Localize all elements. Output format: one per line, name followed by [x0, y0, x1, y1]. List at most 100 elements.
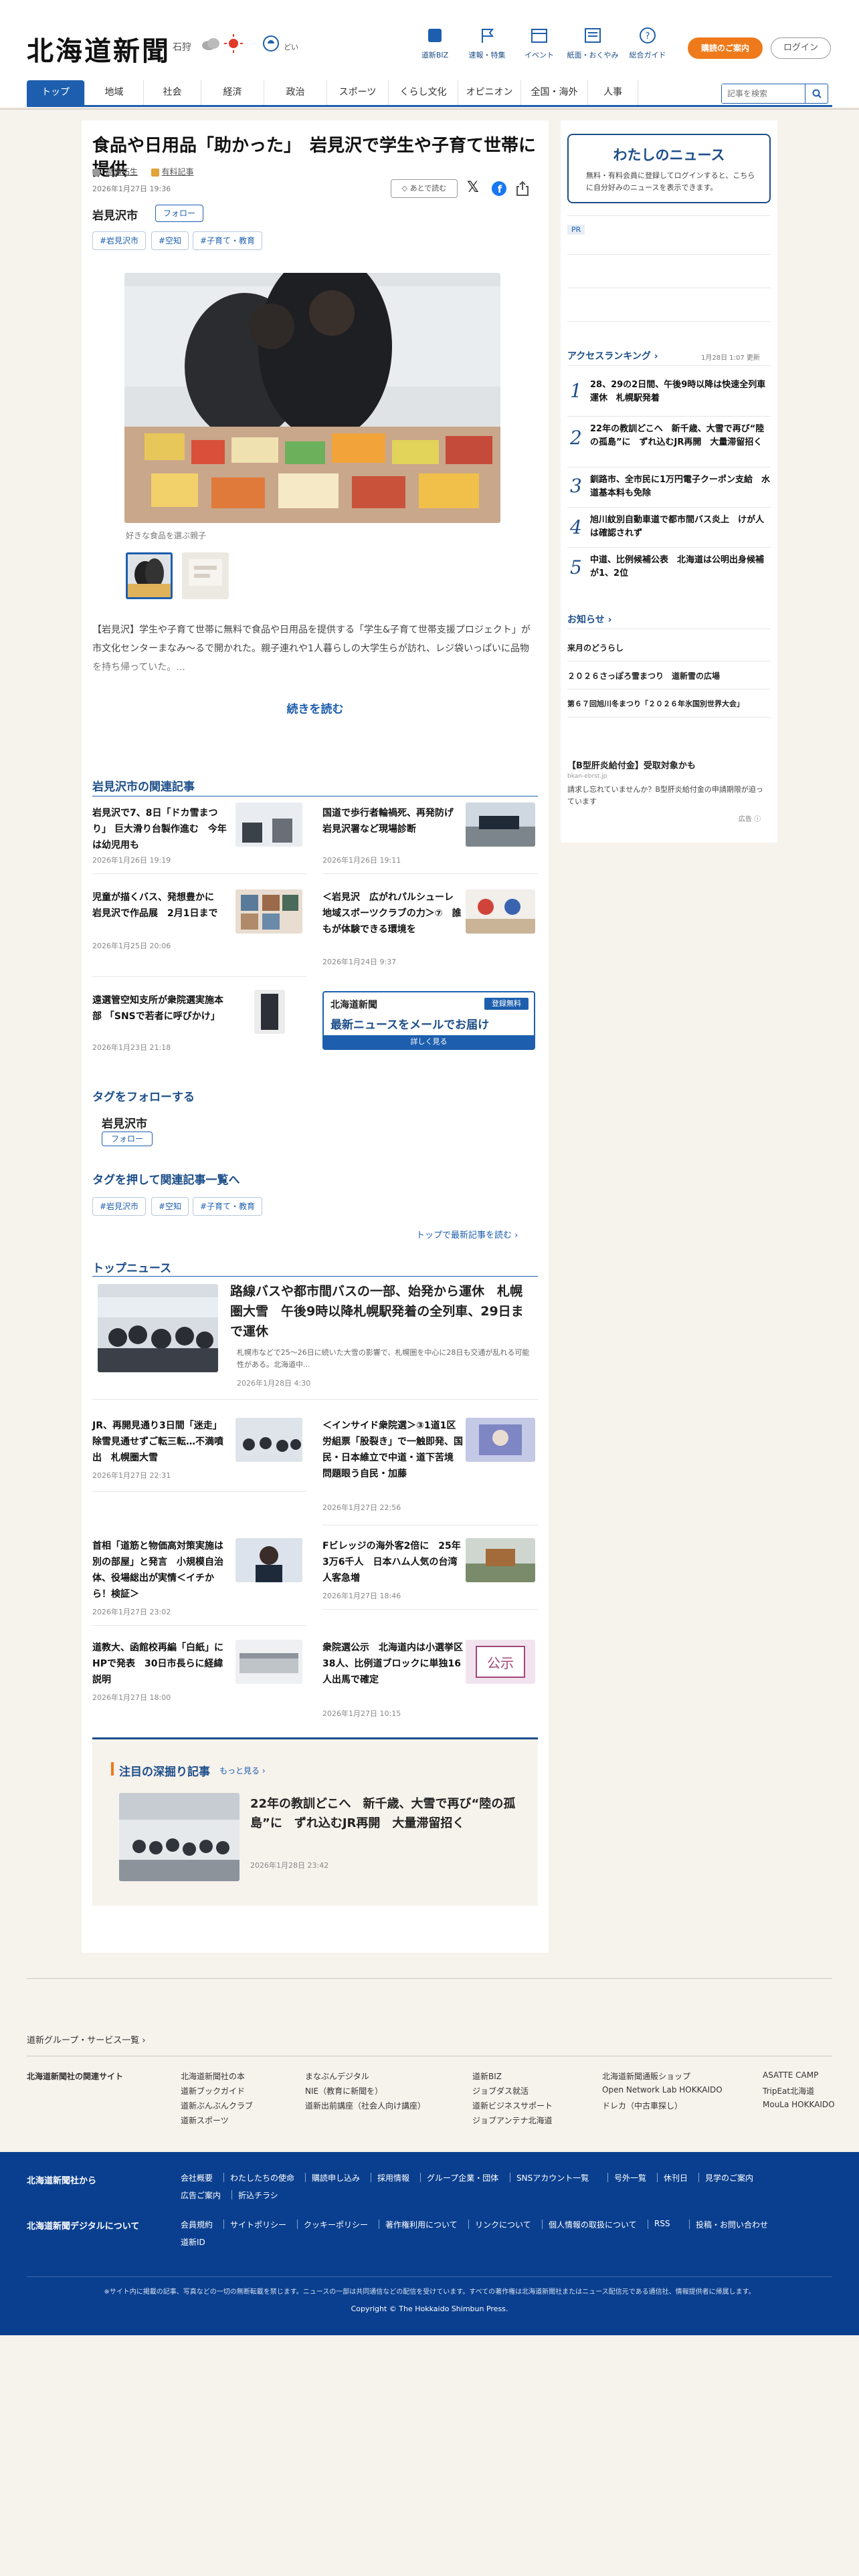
footer-link[interactable]: 会員規約: [181, 2219, 213, 2230]
nav-item-sports[interactable]: スポーツ: [326, 80, 388, 105]
related-site-link[interactable]: 道新スポーツ: [181, 2115, 229, 2126]
related-site-link[interactable]: 道新BIZ: [472, 2070, 502, 2082]
related-site-link[interactable]: NIE（教育に新聞を）: [305, 2085, 383, 2097]
related-site-link[interactable]: 道新ブックガイド: [181, 2085, 245, 2097]
ranking-title[interactable]: アクセスランキング ›: [567, 349, 658, 362]
related-article-title[interactable]: 児童が描くバス、発想豊かに 岩見沢で作品展 2月1日まで: [92, 889, 230, 922]
notice-item[interactable]: ２０２６さっぽろ雪まつり 道新雪の広場: [567, 670, 720, 681]
related-site-link[interactable]: MouLa HOKKAIDO: [763, 2100, 835, 2109]
footer-link[interactable]: 折込チラシ: [238, 2189, 278, 2201]
header-icon-guide[interactable]: ? 総合ガイド: [621, 27, 674, 60]
x-share-icon[interactable]: 𝕏: [467, 179, 479, 196]
related-article-thumb[interactable]: [235, 889, 302, 934]
notice-item[interactable]: 第６７回旭川冬まつり「２０２６年氷国別世界大会」: [567, 698, 744, 709]
footer-link[interactable]: 休刊日: [664, 2172, 688, 2183]
footer-link[interactable]: 号外一覧: [614, 2172, 646, 2183]
search-button[interactable]: [805, 84, 828, 103]
footer-link[interactable]: 会社概要: [181, 2172, 213, 2183]
email-promo-banner[interactable]: 北海道新聞 登録無料 最新ニュースをメールでお届け 詳しく見る: [322, 991, 535, 1050]
footer-link[interactable]: 広告ご案内: [181, 2189, 221, 2201]
top-news-lead-photo[interactable]: [98, 1284, 218, 1372]
top-news-thumb[interactable]: 公示: [466, 1640, 535, 1684]
footer-link[interactable]: サイトポリシー: [230, 2219, 286, 2230]
ranking-item[interactable]: 旭川紋別自動車道で都市間バス炎上 けが人は確認されず: [590, 514, 771, 540]
facebook-share-icon[interactable]: f: [491, 181, 507, 199]
tag-link[interactable]: #空知: [151, 231, 189, 250]
related-site-link[interactable]: まなぶんデジタル: [305, 2070, 369, 2082]
top-news-title[interactable]: ＜インサイド衆院選＞③1道1区 労組票「股裂き」で一触即発、国民・日本維立で中道…: [322, 1418, 465, 1482]
footer-link[interactable]: 見学のご案内: [705, 2172, 753, 2183]
promo-title[interactable]: 【B型肝炎給付金】受取対象かも: [567, 758, 696, 771]
related-article-title[interactable]: 岩見沢で7、8日「ドカ雪まつり」 巨大滑り台製作進む 今年は幼児用も: [92, 805, 230, 853]
top-news-title[interactable]: 道教大、函館校再編「白紙」に HPで発表 30日市長らに経緯説明: [92, 1640, 233, 1688]
deep-dive-more-link[interactable]: もっと見る ›: [219, 1765, 266, 1776]
related-site-link[interactable]: Open Network Lab HOKKAIDO: [602, 2085, 723, 2095]
tag-link[interactable]: #子育て・教育: [193, 231, 263, 250]
related-site-link[interactable]: ドレカ（中古車探し）: [602, 2100, 682, 2111]
promo-more-button[interactable]: 詳しく見る: [324, 1035, 534, 1049]
ranking-item[interactable]: 釧路市、全市民に1万円電子クーポン支給 水道基本料も免除: [590, 473, 771, 500]
ranking-item[interactable]: 28、29の2日間、午後9時以降は快速全列車運休 札幌駅発着: [590, 379, 771, 405]
site-logo[interactable]: 北海道新聞: [27, 29, 171, 68]
header-icon-biz[interactable]: 道新BIZ: [408, 27, 462, 60]
related-site-link[interactable]: 北海道新聞社の本: [181, 2070, 245, 2082]
footer-link[interactable]: 採用情報: [377, 2172, 409, 2183]
photo-thumbnail-1[interactable]: [126, 552, 173, 599]
header-icon-paper[interactable]: 紙面・おくやみ: [566, 27, 619, 60]
nav-item-world[interactable]: 全国・海外: [520, 80, 587, 105]
tag-link[interactable]: #子育て・教育: [193, 1197, 263, 1216]
author-name[interactable]: 高瀬拓生: [106, 167, 138, 177]
footer-link[interactable]: 道新ID: [181, 2236, 205, 2248]
related-site-link[interactable]: 北海道新聞通販ショップ: [602, 2070, 690, 2082]
footer-link[interactable]: 個人情報の取扱について: [549, 2219, 637, 2230]
weather-widget[interactable]: 石狩: [173, 40, 191, 53]
nav-item-region[interactable]: 地域: [84, 80, 143, 105]
search-input[interactable]: [722, 84, 803, 103]
related-article-title[interactable]: 国道で歩行者輪禍死、再発防げ 岩見沢署など現場診断: [322, 805, 463, 837]
notice-title[interactable]: お知らせ ›: [567, 613, 611, 626]
subscribe-button[interactable]: 購読のご案内: [688, 37, 763, 59]
ranking-item[interactable]: 中道、比例候補公表 北海道は公明出身候補が1、2位: [590, 554, 771, 580]
related-site-link[interactable]: 道新ぶんぶんクラブ: [181, 2100, 253, 2111]
top-news-thumb[interactable]: [466, 1538, 535, 1582]
top-news-title[interactable]: 衆院選公示 北海道内は小選挙区38人、比例道ブロックに単独16人出馬で確定: [322, 1640, 463, 1688]
top-news-title[interactable]: JR、再開見通り3日間「迷走」 除雪見通せずご転三転…不満噴出 札幌圏大雪: [92, 1418, 230, 1466]
nav-item-economy[interactable]: 経済: [201, 80, 264, 105]
article-photo[interactable]: [124, 273, 500, 523]
related-article-thumb[interactable]: [235, 802, 302, 847]
nav-item-society[interactable]: 社会: [143, 80, 201, 105]
top-latest-link[interactable]: トップで最新記事を読む ›: [416, 1228, 518, 1241]
read-later-button[interactable]: ◇ あとで読む: [391, 179, 458, 198]
top-news-lead-title[interactable]: 路線バスや都市間バスの一部、始発から運休 札幌圏大雪 午後9時以降札幌駅発着の全…: [230, 1281, 531, 1341]
top-news-title[interactable]: 首相「道筋と物価高対策実施は別の部屋」と発言 小規模自治体、役場総出が実情＜イチ…: [92, 1538, 230, 1602]
follow-tag-button[interactable]: フォロー: [102, 1132, 153, 1146]
top-news-thumb[interactable]: [235, 1418, 302, 1462]
related-article-title[interactable]: ＜岩見沢 広がれパルシューレ 地域スポーツクラブの力＞⑦ 誰もが体験できる環境を: [322, 889, 463, 938]
top-news-thumb[interactable]: [235, 1640, 302, 1684]
related-site-link[interactable]: TripEat北海道: [763, 2085, 814, 2097]
nav-item-politics[interactable]: 政治: [264, 80, 326, 105]
footer-link[interactable]: わたしたちの使命: [230, 2172, 294, 2183]
footer-link[interactable]: SNSアカウント一覧: [516, 2172, 589, 2183]
footer-link[interactable]: 購読申し込み: [312, 2172, 360, 2183]
header-icon-flash[interactable]: 速報・特集: [460, 27, 514, 60]
related-article-thumb[interactable]: [466, 889, 535, 934]
related-site-link[interactable]: 道新ビジネスサポート: [472, 2100, 553, 2111]
top-news-thumb[interactable]: [235, 1538, 302, 1582]
top-news-thumb[interactable]: [466, 1418, 535, 1462]
tag-link[interactable]: #岩見沢市: [92, 231, 147, 250]
footer-link[interactable]: 投稿・お問い合わせ: [696, 2219, 768, 2230]
photo-thumbnail-2[interactable]: [182, 552, 229, 599]
footer-link[interactable]: グループ企業・団体: [427, 2172, 498, 2183]
share-icon[interactable]: [515, 181, 530, 199]
related-site-link[interactable]: ジョブダス就活: [472, 2085, 529, 2097]
tag-link[interactable]: #空知: [151, 1197, 189, 1216]
footer-link[interactable]: 著作権利用について: [385, 2219, 458, 2230]
follow-button[interactable]: フォロー: [155, 205, 203, 222]
nav-item-culture[interactable]: くらし文化: [388, 80, 458, 105]
login-button[interactable]: ログイン: [771, 37, 831, 59]
deep-dive-photo[interactable]: [119, 1793, 240, 1881]
related-article-thumb[interactable]: [254, 990, 285, 1034]
footer-link[interactable]: RSS: [654, 2219, 670, 2228]
related-site-link[interactable]: ジョブアンテナ北海道: [472, 2115, 553, 2126]
